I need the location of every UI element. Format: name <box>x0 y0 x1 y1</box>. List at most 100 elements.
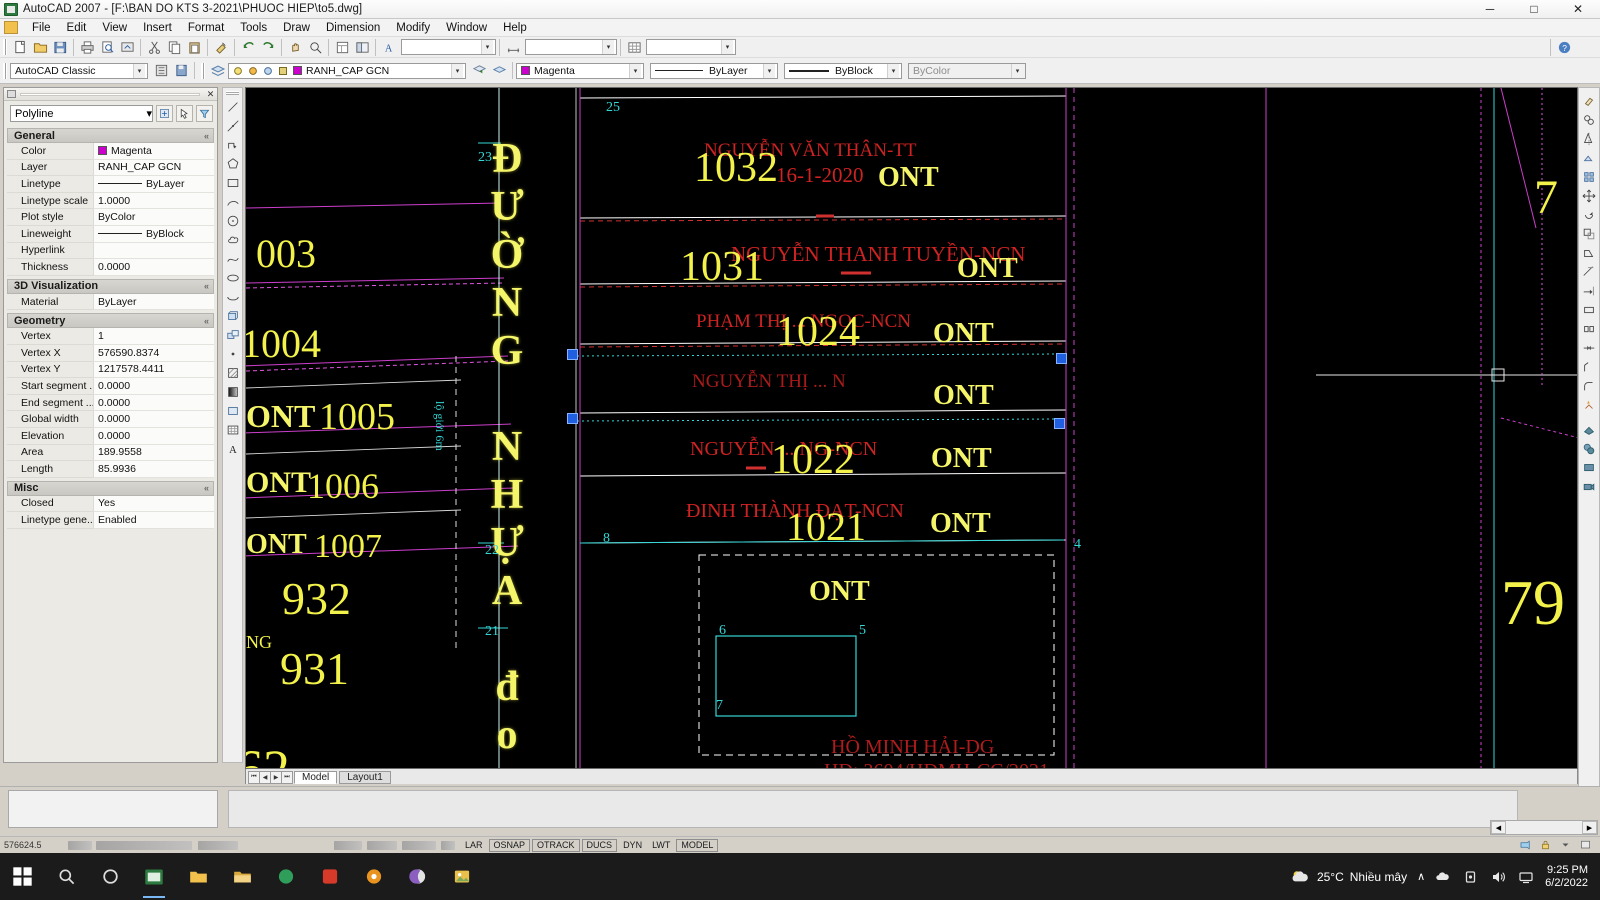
taskbar-app-red-icon[interactable] <box>308 853 352 900</box>
prop-row-linetype[interactable]: Linetype ByLayer <box>7 176 214 193</box>
extend-icon[interactable] <box>1580 281 1599 300</box>
materials-icon[interactable] <box>1580 439 1599 458</box>
command-history-box[interactable] <box>8 790 218 828</box>
dim-style-icon[interactable] <box>503 38 523 57</box>
scale-icon[interactable] <box>1580 224 1599 243</box>
rectangle-icon[interactable] <box>223 173 242 192</box>
chevron-down-icon[interactable]: ▾ <box>133 63 145 78</box>
polygon-icon[interactable] <box>223 154 242 173</box>
redo-icon[interactable] <box>258 38 278 57</box>
prop-value[interactable]: 0.0000 <box>93 427 214 445</box>
command-line[interactable] <box>228 790 1518 828</box>
prop-row-closed[interactable]: Closed Yes <box>7 495 214 513</box>
zoom-icon[interactable] <box>305 38 325 57</box>
save-icon[interactable] <box>50 38 70 57</box>
menu-view[interactable]: View <box>94 20 135 36</box>
prop-row-vertex[interactable]: Vertex 1 <box>7 328 214 345</box>
status-toggle-otrack[interactable]: OTRACK <box>532 838 580 852</box>
status-toggle-model[interactable]: MODEL <box>676 838 719 852</box>
help-icon[interactable]: ? <box>1554 38 1574 57</box>
prop-value[interactable]: 189.9558 <box>93 444 214 462</box>
line-icon[interactable] <box>223 97 242 116</box>
taskbar-app-moon-icon[interactable] <box>396 853 440 900</box>
taskbar-cortana-icon[interactable] <box>88 853 132 900</box>
section-general[interactable]: General « <box>7 128 214 143</box>
toolbar-lock-icon[interactable] <box>1538 839 1552 852</box>
prop-value[interactable]: 85.9936 <box>93 461 214 478</box>
color-combo[interactable]: Magenta ▾ <box>516 62 644 79</box>
menu-help[interactable]: Help <box>495 20 535 36</box>
menu-window[interactable]: Window <box>438 20 495 36</box>
plot-icon[interactable] <box>77 38 97 57</box>
prop-value[interactable]: ByLayer <box>93 176 214 193</box>
horizontal-scrollbar[interactable]: ◀ ▶ <box>1490 820 1598 835</box>
properties-icon[interactable] <box>332 38 352 57</box>
coordinate-readout[interactable]: 576624.5 <box>0 840 68 850</box>
gradient-icon[interactable] <box>223 382 242 401</box>
chevron-down-icon[interactable]: ▾ <box>629 63 641 78</box>
spline-icon[interactable] <box>223 249 242 268</box>
taskbar-autocad-icon[interactable] <box>132 853 176 900</box>
prop-value[interactable]: 576590.8374 <box>93 344 214 362</box>
weather-widget[interactable]: 25°C Nhiều mây <box>1289 867 1407 887</box>
linetype-combo[interactable]: ByLayer ▾ <box>650 62 778 79</box>
paste-icon[interactable] <box>184 38 204 57</box>
table-style-icon[interactable] <box>624 38 644 57</box>
prop-value[interactable]: RANH_CAP GCN <box>93 159 214 177</box>
prop-value[interactable]: 1 <box>93 328 214 345</box>
prop-value[interactable]: 0.0000 <box>93 394 214 412</box>
prop-value[interactable] <box>93 242 214 260</box>
layer-toolbar-grip[interactable] <box>201 62 205 79</box>
prop-value[interactable]: ByBlock <box>93 225 214 243</box>
prop-row-thickness[interactable]: Thickness 0.0000 <box>7 259 214 276</box>
draw-toolbar-grip[interactable] <box>226 91 239 95</box>
new-file-icon[interactable] <box>10 38 30 57</box>
lights-icon[interactable] <box>1580 458 1599 477</box>
chevron-collapse-icon[interactable]: « <box>204 483 209 493</box>
dim-style-combo[interactable]: ▾ <box>525 39 617 55</box>
chamfer-icon[interactable] <box>1580 357 1599 376</box>
palette-close-icon[interactable]: ✕ <box>204 89 217 100</box>
chevron-down-icon[interactable]: ▾ <box>887 63 899 78</box>
lineweight-combo[interactable]: ByBlock ▾ <box>784 62 902 79</box>
cut-icon[interactable] <box>144 38 164 57</box>
matchprop-icon[interactable] <box>211 38 231 57</box>
prop-row-hyperlink[interactable]: Hyperlink <box>7 242 214 260</box>
menu-edit[interactable]: Edit <box>59 20 95 36</box>
break-at-point-icon[interactable] <box>1580 300 1599 319</box>
join-icon[interactable] <box>1580 338 1599 357</box>
status-toggle-osnap[interactable]: OSNAP <box>488 838 531 852</box>
scroll-right-icon[interactable]: ▶ <box>1582 821 1597 834</box>
taskbar-explorer-icon[interactable] <box>220 853 264 900</box>
publish-icon[interactable] <box>117 38 137 57</box>
menu-modify[interactable]: Modify <box>388 20 438 36</box>
chevron-down-icon[interactable]: ▾ <box>602 40 614 54</box>
stretch-icon[interactable] <box>1580 243 1599 262</box>
palette-drag-rail[interactable] <box>20 92 200 96</box>
grip-point[interactable] <box>567 349 578 360</box>
prop-row-linetype-scale[interactable]: Linetype scale 1.0000 <box>7 192 214 210</box>
prop-row-elevation[interactable]: Elevation 0.0000 <box>7 427 214 445</box>
close-button[interactable]: ✕ <box>1556 0 1600 19</box>
prop-row-material[interactable]: Material ByLayer <box>7 293 214 311</box>
tray-expand-icon[interactable]: ∧ <box>1417 870 1425 883</box>
prop-value[interactable]: ByColor <box>93 209 214 226</box>
chevron-down-icon[interactable]: ▾ <box>763 63 775 78</box>
text-style-combo[interactable]: ▾ <box>401 39 496 55</box>
trim-icon[interactable] <box>1580 262 1599 281</box>
drawing-canvas[interactable]: 003 1004 1005 1006 1007 932 931 62 ONT O… <box>245 87 1578 769</box>
prop-row-length[interactable]: Length 85.9936 <box>7 461 214 478</box>
prop-row-global-width[interactable]: Global width 0.0000 <box>7 411 214 428</box>
prop-value[interactable]: Magenta <box>93 143 214 160</box>
start-button[interactable] <box>0 853 44 900</box>
prop-value[interactable]: Yes <box>93 495 214 513</box>
undo-icon[interactable] <box>238 38 258 57</box>
prop-row-linetype-generation[interactable]: Linetype gene... Enabled <box>7 512 214 529</box>
toolbar-grip[interactable] <box>3 39 7 55</box>
palette-titlebar[interactable]: ✕ <box>4 88 217 101</box>
array-icon[interactable] <box>1580 167 1599 186</box>
pan-icon[interactable] <box>285 38 305 57</box>
volume-icon[interactable] <box>1489 869 1507 885</box>
offset-icon[interactable] <box>1580 148 1599 167</box>
minimize-button[interactable]: ─ <box>1468 0 1512 19</box>
